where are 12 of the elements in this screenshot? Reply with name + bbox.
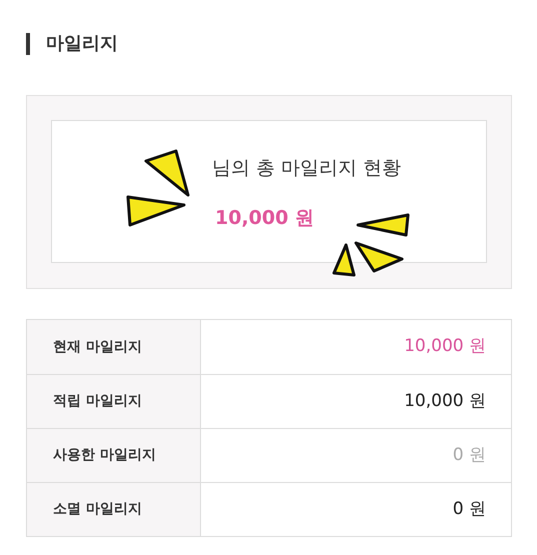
total-mileage: 10,000 원 (215, 206, 314, 231)
row-value: 10,000 원 (404, 335, 486, 358)
row-label: 현재 마일리지 (27, 320, 201, 374)
row-value: 0 원 (452, 444, 486, 467)
row-label: 적립 마일리지 (27, 375, 201, 428)
row-value: 0 원 (452, 498, 486, 521)
summary-title: 님의 총 마일리지 현황 (212, 156, 402, 181)
section-heading: 마일리지 (46, 32, 118, 56)
row-value: 10,000 원 (404, 390, 486, 413)
row-label: 사용한 마일리지 (27, 429, 201, 482)
row-label: 소멸 마일리지 (27, 483, 201, 536)
heading-bar (26, 32, 30, 54)
